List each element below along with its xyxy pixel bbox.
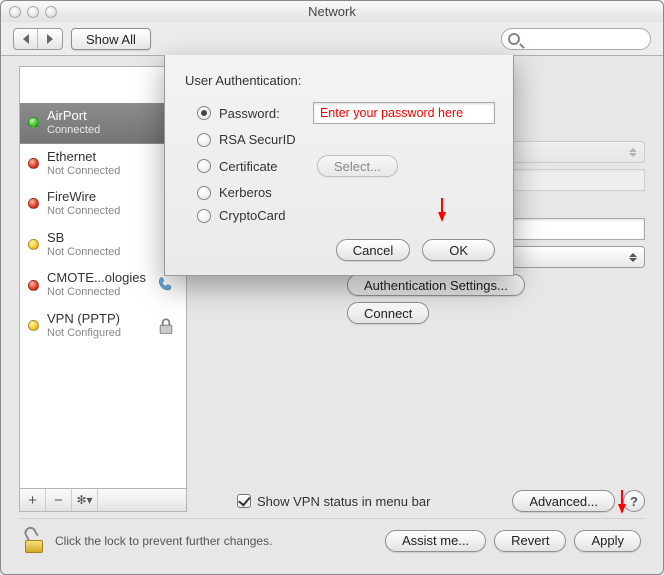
password-field[interactable]: Enter your password here	[313, 102, 495, 124]
sidebar-item-airport[interactable]: AirPort Connected	[20, 103, 186, 144]
service-name-label: CMOTE...ologies	[47, 271, 146, 286]
status-dot-icon	[28, 239, 39, 250]
auth-option-kerberos[interactable]: Kerberos	[183, 181, 495, 204]
auth-option-password[interactable]: Password: Enter your password here	[183, 98, 495, 128]
show-vpn-status-checkbox[interactable]	[237, 494, 251, 508]
sidebar-item-sb[interactable]: SB Not Connected	[20, 225, 186, 266]
sidebar-item-cmote[interactable]: CMOTE...ologies Not Connected	[20, 265, 186, 306]
authentication-sheet: User Authentication: Password: Enter you…	[164, 55, 514, 276]
kerberos-radio[interactable]	[197, 186, 211, 200]
revert-button[interactable]: Revert	[494, 530, 566, 552]
titlebar: Network	[1, 1, 663, 23]
services-actions-menu[interactable]: ✻▾	[72, 489, 98, 511]
service-name-label: SB	[47, 231, 120, 246]
service-name-label: FireWire	[47, 190, 120, 205]
service-status-label: Connected	[47, 124, 100, 137]
auth-option-certificate[interactable]: Certificate Select...	[183, 151, 495, 181]
show-vpn-status-label: Show VPN status in menu bar	[257, 494, 430, 509]
show-all-button[interactable]: Show All	[71, 28, 151, 50]
status-dot-icon	[28, 158, 39, 169]
connect-button[interactable]: Connect	[347, 302, 429, 324]
rsa-radio-label: RSA SecurID	[219, 132, 309, 147]
sheet-ok-button[interactable]: OK	[422, 239, 495, 261]
remove-service-button[interactable]: −	[46, 489, 72, 511]
apply-button[interactable]: Apply	[574, 530, 641, 552]
certificate-radio[interactable]	[197, 159, 211, 173]
certificate-radio-label: Certificate	[219, 159, 309, 174]
network-preferences-window: Network Show All AirPort Connec	[0, 0, 664, 575]
service-name-label: Ethernet	[47, 150, 120, 165]
annotation-arrow-icon	[438, 212, 446, 222]
help-button[interactable]: ?	[623, 490, 645, 512]
status-dot-icon	[28, 117, 39, 128]
cryptocard-radio-label: CryptoCard	[219, 208, 309, 223]
service-status-label: Not Configured	[47, 327, 121, 340]
service-status-label: Not Connected	[47, 205, 120, 218]
phone-icon	[154, 274, 178, 296]
service-name-label: AirPort	[47, 109, 100, 124]
forward-button[interactable]	[38, 29, 62, 49]
assist-me-button[interactable]: Assist me...	[385, 530, 486, 552]
chevron-updown-icon	[626, 249, 640, 265]
service-status-label: Not Connected	[47, 165, 120, 178]
window-title: Network	[1, 4, 663, 19]
window-footer: Click the lock to prevent further change…	[19, 518, 645, 562]
authentication-settings-button[interactable]: Authentication Settings...	[347, 274, 525, 296]
sidebar-item-vpn[interactable]: VPN (PPTP) Not Configured	[20, 306, 186, 347]
password-radio-label: Password:	[219, 106, 305, 121]
cryptocard-radio[interactable]	[197, 209, 211, 223]
status-dot-icon	[28, 198, 39, 209]
toolbar: Show All	[1, 23, 663, 56]
services-sidebar: AirPort Connected Ethernet Not Connected	[19, 66, 187, 512]
advanced-button[interactable]: Advanced...	[512, 490, 615, 512]
password-radio[interactable]	[197, 106, 211, 120]
service-status-label: Not Connected	[47, 286, 146, 299]
kerberos-radio-label: Kerberos	[219, 185, 309, 200]
rsa-radio[interactable]	[197, 133, 211, 147]
status-dot-icon	[28, 280, 39, 291]
lock-icon[interactable]	[23, 529, 45, 553]
search-icon	[508, 33, 520, 45]
nav-back-forward	[13, 28, 63, 50]
sheet-heading: User Authentication:	[185, 73, 495, 88]
service-name-label: VPN (PPTP)	[47, 312, 121, 327]
sidebar-item-ethernet[interactable]: Ethernet Not Connected	[20, 144, 186, 185]
auth-option-rsa[interactable]: RSA SecurID	[183, 128, 495, 151]
services-list[interactable]: AirPort Connected Ethernet Not Connected	[19, 66, 187, 489]
services-list-footer: + − ✻▾	[19, 489, 187, 512]
sheet-cancel-button[interactable]: Cancel	[336, 239, 410, 261]
back-button[interactable]	[14, 29, 38, 49]
search-field[interactable]	[501, 28, 651, 50]
service-status-label: Not Connected	[47, 246, 120, 259]
lock-hint-label: Click the lock to prevent further change…	[55, 534, 272, 548]
sidebar-item-firewire[interactable]: FireWire Not Connected	[20, 184, 186, 225]
certificate-select-button[interactable]: Select...	[317, 155, 398, 177]
add-service-button[interactable]: +	[20, 489, 46, 511]
auth-option-cryptocard[interactable]: CryptoCard	[183, 204, 495, 227]
lock-icon	[154, 315, 178, 337]
annotation-arrow-icon	[618, 504, 626, 514]
status-dot-icon	[28, 320, 39, 331]
